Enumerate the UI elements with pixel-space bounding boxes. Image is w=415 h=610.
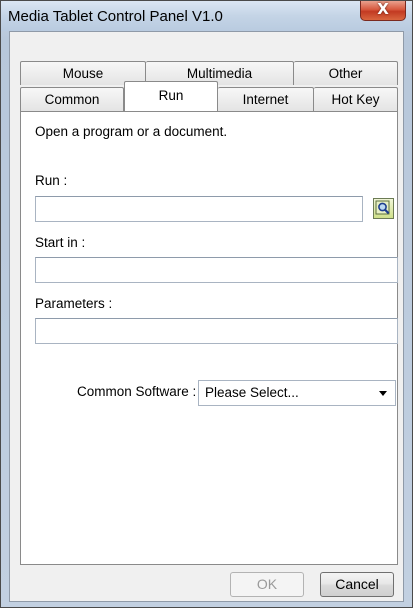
tab-hot-key[interactable]: Hot Key (314, 87, 398, 111)
magnifier-icon (375, 200, 390, 215)
run-tab-panel: Open a program or a document. Run : Star… (20, 111, 398, 565)
close-icon: X (377, 0, 389, 18)
title-bar[interactable]: Media Tablet Control Panel V1.0 X (1, 0, 412, 31)
tab-row-bottom: Common Run Internet Hot Key (20, 81, 398, 111)
tab-run[interactable]: Run (124, 81, 218, 111)
browse-button[interactable] (373, 198, 394, 219)
chevron-down-icon (379, 391, 387, 396)
run-description: Open a program or a document. (35, 124, 228, 139)
tab-common[interactable]: Common (20, 87, 124, 111)
dialog-window: Media Tablet Control Panel V1.0 X Mouse … (0, 0, 413, 608)
start-in-input[interactable] (35, 257, 398, 283)
run-input[interactable] (35, 196, 363, 222)
start-in-label: Start in : (35, 235, 86, 250)
common-software-select[interactable]: Please Select... (198, 380, 396, 406)
run-label: Run : (35, 173, 68, 188)
tab-internet[interactable]: Internet (218, 87, 314, 111)
common-software-label: Common Software : (77, 384, 197, 399)
close-button[interactable]: X (360, 0, 406, 21)
ok-button[interactable]: OK (230, 572, 304, 597)
parameters-input[interactable] (35, 318, 398, 344)
tab-other[interactable]: Other (294, 61, 398, 85)
window-title: Media Tablet Control Panel V1.0 (8, 8, 223, 25)
cancel-button[interactable]: Cancel (320, 572, 394, 597)
dialog-client-area: Mouse Multimedia Other Common Run Intern… (9, 31, 404, 602)
parameters-label: Parameters : (35, 296, 113, 311)
common-software-selected: Please Select... (205, 385, 299, 400)
